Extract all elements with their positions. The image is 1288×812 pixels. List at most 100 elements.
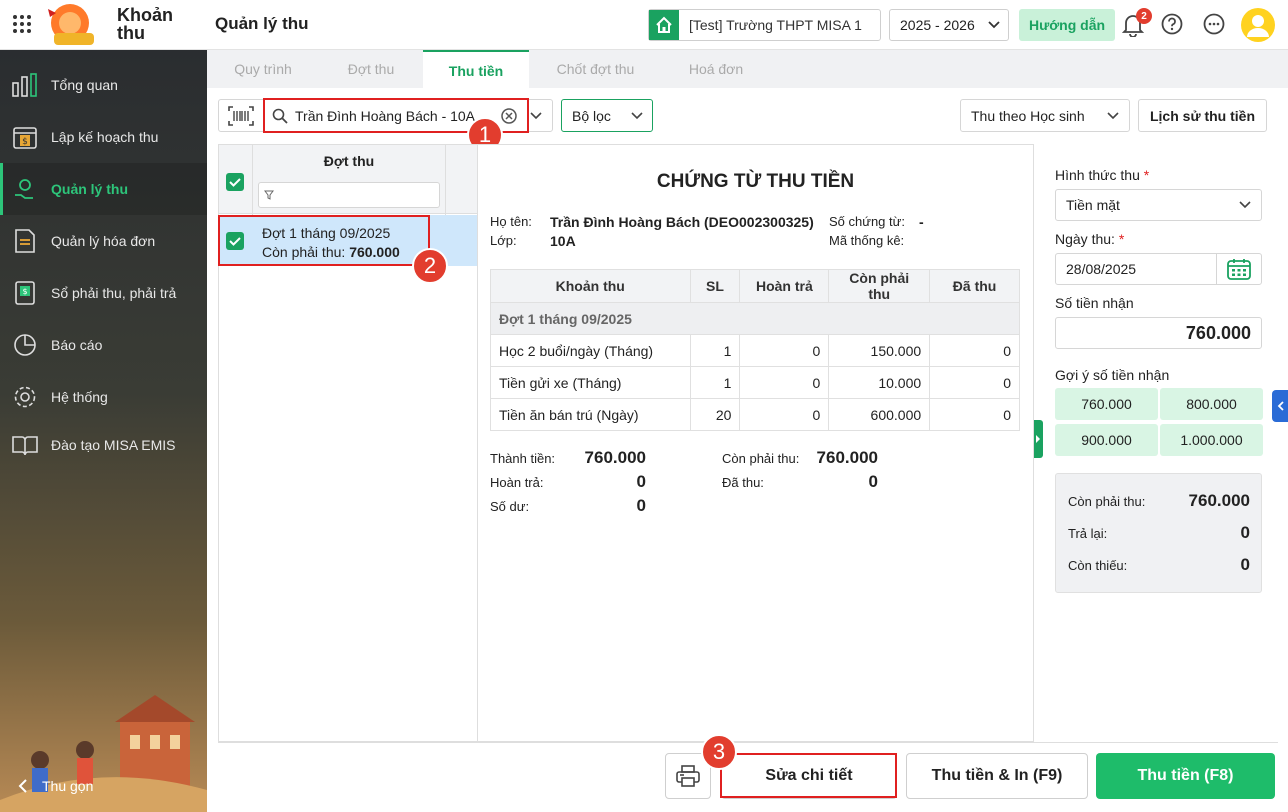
summary-change-label: Trả lại: (1068, 526, 1108, 541)
sidebar-item-label: Báo cáo (51, 337, 103, 353)
sidebar-item-invoice[interactable]: Quản lý hóa đơn (0, 215, 207, 267)
payment-history-button[interactable]: Lịch sử thu tiền (1138, 99, 1267, 132)
collapse-sidebar-button[interactable]: Thu gọn (18, 778, 93, 794)
help-icon[interactable] (1161, 13, 1183, 35)
tab-collect[interactable]: Thu tiền (423, 50, 529, 88)
received-amount-input[interactable]: 760.000 (1055, 317, 1262, 349)
class-label: Lớp: (490, 233, 517, 248)
pie-chart-icon (12, 332, 38, 358)
tab-batches[interactable]: Đợt thu (319, 50, 423, 88)
sidebar-item-collect[interactable]: Quản lý thu (0, 163, 207, 215)
hand-money-icon (12, 176, 38, 202)
summary-shortage-label: Còn thiếu: (1068, 558, 1128, 573)
filter-icon (264, 190, 274, 200)
collect-button[interactable]: Thu tiền (F8) (1096, 753, 1275, 799)
paid-label: Đã thu: (722, 475, 764, 490)
app-logo-icon (46, 3, 104, 47)
school-year-select[interactable]: 2025 - 2026 (889, 9, 1009, 41)
name-label: Họ tên: (490, 214, 532, 229)
paid-value: 0 (868, 472, 878, 491)
sidebar-item-plan[interactable]: $ Lập kế hoạch thu (0, 111, 207, 163)
filter-label: Bộ lọc (572, 107, 611, 124)
voucher-title: CHỨNG TỪ THU TIỀN (656, 171, 855, 192)
sidebar-item-overview[interactable]: Tổng quan (0, 59, 207, 111)
suggest-label: Gợi ý số tiền nhận (1055, 367, 1170, 383)
refund-label: Hoàn trả: (490, 475, 544, 490)
collect-and-print-button[interactable]: Thu tiền & In (F9) (906, 753, 1088, 799)
guide-button[interactable]: Hướng dẫn (1019, 9, 1115, 41)
total-value: 760.000 (584, 448, 646, 467)
calendar-icon[interactable] (1227, 258, 1251, 280)
invoice-icon (12, 228, 38, 254)
toggle-panel-handle[interactable] (1033, 420, 1043, 458)
student-class: 10A (550, 233, 576, 249)
balance-label: Số dư: (490, 499, 530, 514)
calendar-money-icon: $ (12, 124, 38, 150)
col-refund: Hoàn trả (739, 269, 830, 303)
collapse-label: Thu gọn (42, 778, 94, 794)
suggest-amount-button[interactable]: 900.000 (1055, 424, 1158, 456)
balance-value: 0 (636, 496, 646, 515)
sidebar-item-label: Sổ phải thu, phải trả (51, 285, 177, 301)
side-panel-toggle[interactable] (1272, 390, 1288, 422)
chevron-down-icon (1239, 201, 1251, 209)
student-name: Trần Đình Hoàng Bách (DEO002300325) (550, 214, 814, 230)
fee-refund: 0 (739, 366, 830, 399)
summary-remain-label: Còn phải thu: (1068, 494, 1146, 509)
payment-method-value: Tiền mặt (1066, 197, 1120, 213)
school-name: [Test] Trường THPT MISA 1 (689, 17, 862, 33)
col-remain: Còn phải thu (828, 269, 931, 303)
summary-change-value: 0 (1240, 523, 1250, 542)
collect-mode-value: Thu theo Học sinh (971, 107, 1085, 124)
collect-mode-select[interactable]: Thu theo Học sinh (960, 99, 1130, 132)
col-fee: Khoản thu (490, 269, 691, 303)
suggest-amount-button[interactable]: 760.000 (1055, 388, 1158, 420)
step-badge-3: 3 (701, 734, 737, 770)
fee-remain: 600.000 (828, 398, 931, 431)
top-bar: Khoản thu Quản lý thu [Test] Trường THPT… (0, 0, 1288, 50)
batch-column-filter-input[interactable] (258, 182, 440, 208)
fee-group-row: Đợt 1 tháng 09/2025 (490, 302, 1020, 335)
total-label: Thành tiền: (490, 451, 556, 466)
suggest-amount-button[interactable]: 800.000 (1160, 388, 1263, 420)
table-row: Tiền gửi xe (Tháng) 1 0 10.000 0 (490, 366, 1020, 399)
svg-text:$: $ (22, 137, 28, 147)
sidebar-item-report[interactable]: Báo cáo (0, 319, 207, 371)
payment-method-select[interactable]: Tiền mặt (1055, 189, 1262, 221)
summary-shortage-value: 0 (1240, 555, 1250, 574)
barcode-icon[interactable] (228, 106, 254, 126)
school-year-value: 2025 - 2026 (900, 17, 975, 33)
sidebar-item-ledger[interactable]: $ Sổ phải thu, phải trả (0, 267, 207, 319)
sidebar: Tổng quan $ Lập kế hoạch thu Quản lý thu… (0, 50, 207, 812)
app-grid-icon[interactable] (12, 14, 32, 34)
notification-badge: 2 (1136, 8, 1152, 24)
sidebar-item-system[interactable]: Hệ thống (0, 371, 207, 423)
search-dropdown-chevron-icon[interactable] (530, 112, 542, 120)
ledger-icon: $ (12, 280, 38, 306)
sidebar-item-label: Lập kế hoạch thu (51, 129, 159, 145)
suggest-amount-button[interactable]: 1.000.000 (1160, 424, 1263, 456)
select-all-checkbox[interactable] (226, 173, 244, 191)
tab-invoice[interactable]: Hoá đơn (662, 50, 770, 88)
gear-icon (12, 384, 38, 410)
sidebar-item-label: Đào tạo MISA EMIS (51, 437, 176, 453)
fee-name: Học 2 buổi/ngày (Tháng) (490, 334, 691, 367)
more-icon[interactable] (1203, 13, 1225, 35)
remain-label: Còn phải thu: (722, 451, 800, 466)
tab-close-batch[interactable]: Chốt đợt thu (529, 50, 662, 88)
fee-name: Tiền ăn bán trú (Ngày) (490, 398, 691, 431)
received-label: Số tiền nhận (1055, 295, 1134, 311)
col-paid: Đã thu (929, 269, 1020, 303)
method-label-text: Hình thức thu (1055, 167, 1140, 183)
fee-remain: 10.000 (828, 366, 931, 399)
sidebar-item-training[interactable]: Đào tạo MISA EMIS (0, 419, 207, 471)
chevron-down-icon (631, 111, 643, 120)
school-selector[interactable]: [Test] Trường THPT MISA 1 (648, 9, 881, 41)
fee-paid: 0 (929, 334, 1020, 367)
fee-refund: 0 (739, 398, 830, 431)
chevron-down-icon (988, 21, 1000, 29)
avatar[interactable] (1241, 8, 1275, 42)
tab-process[interactable]: Quy trình (207, 50, 319, 88)
fee-name: Tiền gửi xe (Tháng) (490, 366, 691, 399)
filter-select[interactable]: Bộ lọc (561, 99, 653, 132)
